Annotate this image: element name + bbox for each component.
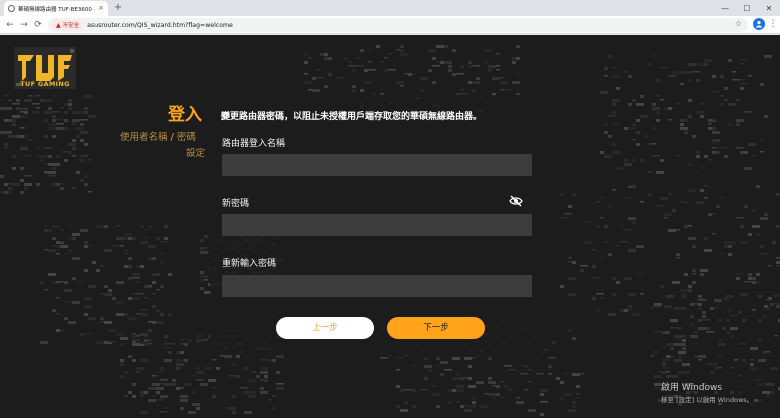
globe-icon (8, 5, 15, 12)
security-indicator[interactable]: ▲ 不安全 (52, 20, 84, 30)
reload-button[interactable]: ⟳ (32, 19, 44, 31)
step-password: 密碼 (176, 132, 196, 143)
browser-toolbar: ← → ⟳ ▲ 不安全 asusrouter.com/QIS_wizard.ht… (0, 16, 780, 34)
tab-title: 華碩無線路由器 TUF-BE3600 - (18, 6, 96, 13)
next-button[interactable]: 下一步 (387, 317, 485, 339)
eye-off-icon[interactable] (509, 195, 523, 207)
login-name-label: 路由器登入名稱 (222, 139, 286, 149)
back-button[interactable]: ← (4, 19, 16, 31)
url-text: asusrouter.com/QIS_wizard.htm?flag=welco… (87, 21, 233, 29)
warning-icon: ▲ (56, 21, 61, 29)
security-label: 不安全 (62, 23, 80, 29)
login-name-input[interactable] (222, 154, 532, 176)
confirm-password-label: 重新輸入密碼 (222, 259, 277, 269)
browser-tabstrip: 華碩無線路由器 TUF-BE3600 - × + — ☐ ✕ (0, 0, 780, 16)
new-tab-button[interactable]: + (112, 2, 124, 14)
address-bar[interactable]: ▲ 不安全 asusrouter.com/QIS_wizard.htm?flag… (48, 18, 748, 32)
logo-text: TUF GAMING (20, 80, 70, 88)
profile-avatar[interactable] (753, 18, 765, 30)
router-setup-page: TUF GAMING 登入 使用者名稱 / 密碼 設定 變更路由器密碼，以阻止未… (0, 35, 780, 418)
forward-button[interactable]: → (18, 19, 30, 31)
confirm-password-input[interactable] (222, 275, 532, 297)
close-window-button[interactable]: ✕ (758, 0, 780, 16)
step-username: 使用者名稱 (120, 132, 168, 143)
new-password-label: 新密碼 (222, 199, 250, 209)
person-icon (756, 21, 762, 28)
form-heading: 變更路由器密碼，以阻止未授權用戶端存取您的華碩無線路由器。 (221, 112, 483, 122)
window-controls: — ☐ ✕ (714, 0, 780, 16)
minimize-button[interactable]: — (714, 0, 736, 16)
previous-button[interactable]: 上一步 (276, 317, 374, 339)
step-setup: 設定 (186, 148, 206, 159)
windows-activation-watermark: 啟用 Windows 移至 [設定] 以啟用 Windows。 (661, 380, 753, 404)
step-breadcrumb: 使用者名稱 / 密碼 (120, 129, 196, 143)
step-separator: / (170, 132, 174, 143)
activate-title: 啟用 Windows (661, 383, 723, 393)
bookmark-star-icon[interactable]: ☆ (735, 19, 742, 28)
maximize-button[interactable]: ☐ (736, 0, 758, 16)
new-password-input[interactable] (222, 214, 532, 236)
browser-tab[interactable]: 華碩無線路由器 TUF-BE3600 - × (4, 1, 108, 16)
browser-menu-button[interactable]: ⋮ (768, 18, 778, 30)
activate-subtitle: 移至 [設定] 以啟用 Windows。 (661, 396, 754, 404)
tab-close-button[interactable]: × (98, 5, 104, 12)
toolbar-right: ⋮ (753, 18, 778, 30)
tuf-gaming-logo (14, 47, 76, 89)
step-title: 登入 (168, 105, 202, 125)
